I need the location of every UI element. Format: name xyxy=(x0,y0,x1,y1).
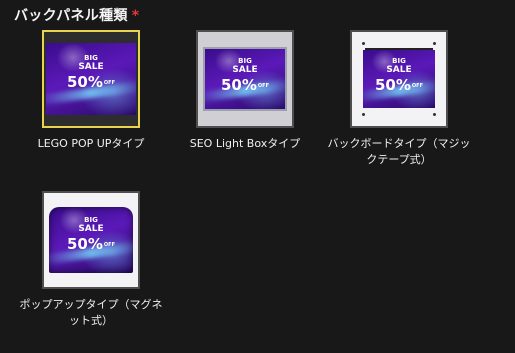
required-mark: * xyxy=(131,8,140,24)
sale-percent: 50%OFF xyxy=(49,236,133,253)
sale-word-text: SALE xyxy=(78,224,104,234)
sale-big-text: BIG xyxy=(84,216,98,224)
sale-big-text: BIG xyxy=(238,57,252,65)
sale-big-text: BIG xyxy=(392,57,406,65)
pin-dot xyxy=(433,42,436,45)
option-label[interactable]: LEGO POP UPタイプ xyxy=(16,136,166,152)
sale-word-text: SALE xyxy=(78,62,104,72)
pin-dot xyxy=(362,42,365,45)
pin-dot xyxy=(362,113,365,116)
option-popup-magnet[interactable]: BIG SALE 50%OFF ポップアップタイプ（マグネット式） xyxy=(16,191,166,329)
section-title: バックパネル種類 * xyxy=(14,5,139,25)
option-seo-light-box[interactable]: BIG SALE 50%OFF SEO Light Boxタイプ xyxy=(170,30,320,152)
sale-percent-value: 50% xyxy=(221,76,257,94)
sale-off-text: OFF xyxy=(257,82,269,89)
option-image-frame[interactable]: BIG SALE 50%OFF xyxy=(196,30,294,128)
sale-graphic: BIG SALE 50%OFF xyxy=(363,57,435,94)
section-title-text: バックパネル種類 xyxy=(14,8,128,24)
sale-off-text: OFF xyxy=(411,82,423,89)
sale-graphic: BIG SALE 50%OFF xyxy=(205,57,285,94)
backpanel-image: BIG SALE 50%OFF xyxy=(363,50,435,108)
backpanel-image: BIG SALE 50%OFF xyxy=(49,207,133,273)
option-backboard-velcro[interactable]: BIG SALE 50%OFF バックボードタイプ（マジックテープ式） xyxy=(324,30,474,168)
sale-graphic: BIG SALE 50%OFF xyxy=(49,216,133,253)
option-image-frame[interactable]: BIG SALE 50%OFF xyxy=(42,30,140,128)
backpanel-image: BIG SALE 50%OFF xyxy=(46,43,136,115)
backpanel-image: BIG SALE 50%OFF xyxy=(205,49,285,109)
sale-percent: 50%OFF xyxy=(205,77,285,94)
pin-dot xyxy=(433,113,436,116)
sale-off-text: OFF xyxy=(103,241,115,248)
sale-percent-value: 50% xyxy=(67,73,103,91)
sale-percent-value: 50% xyxy=(67,235,103,253)
sale-percent-value: 50% xyxy=(375,76,411,94)
sale-percent: 50%OFF xyxy=(363,77,435,94)
option-label[interactable]: SEO Light Boxタイプ xyxy=(170,136,320,152)
option-image-frame[interactable]: BIG SALE 50%OFF xyxy=(350,30,448,128)
sale-big-text: BIG xyxy=(84,54,98,62)
sale-graphic: BIG SALE 50%OFF xyxy=(46,54,136,91)
option-label[interactable]: ポップアップタイプ（マグネット式） xyxy=(16,297,166,329)
sale-off-text: OFF xyxy=(103,79,115,86)
sale-word-text: SALE xyxy=(232,65,258,75)
option-lego-pop-up[interactable]: BIG SALE 50%OFF LEGO POP UPタイプ xyxy=(16,30,166,152)
sale-word-text: SALE xyxy=(386,65,412,75)
sale-percent: 50%OFF xyxy=(46,74,136,91)
option-label[interactable]: バックボードタイプ（マジックテープ式） xyxy=(324,136,474,168)
option-image-frame[interactable]: BIG SALE 50%OFF xyxy=(42,191,140,289)
